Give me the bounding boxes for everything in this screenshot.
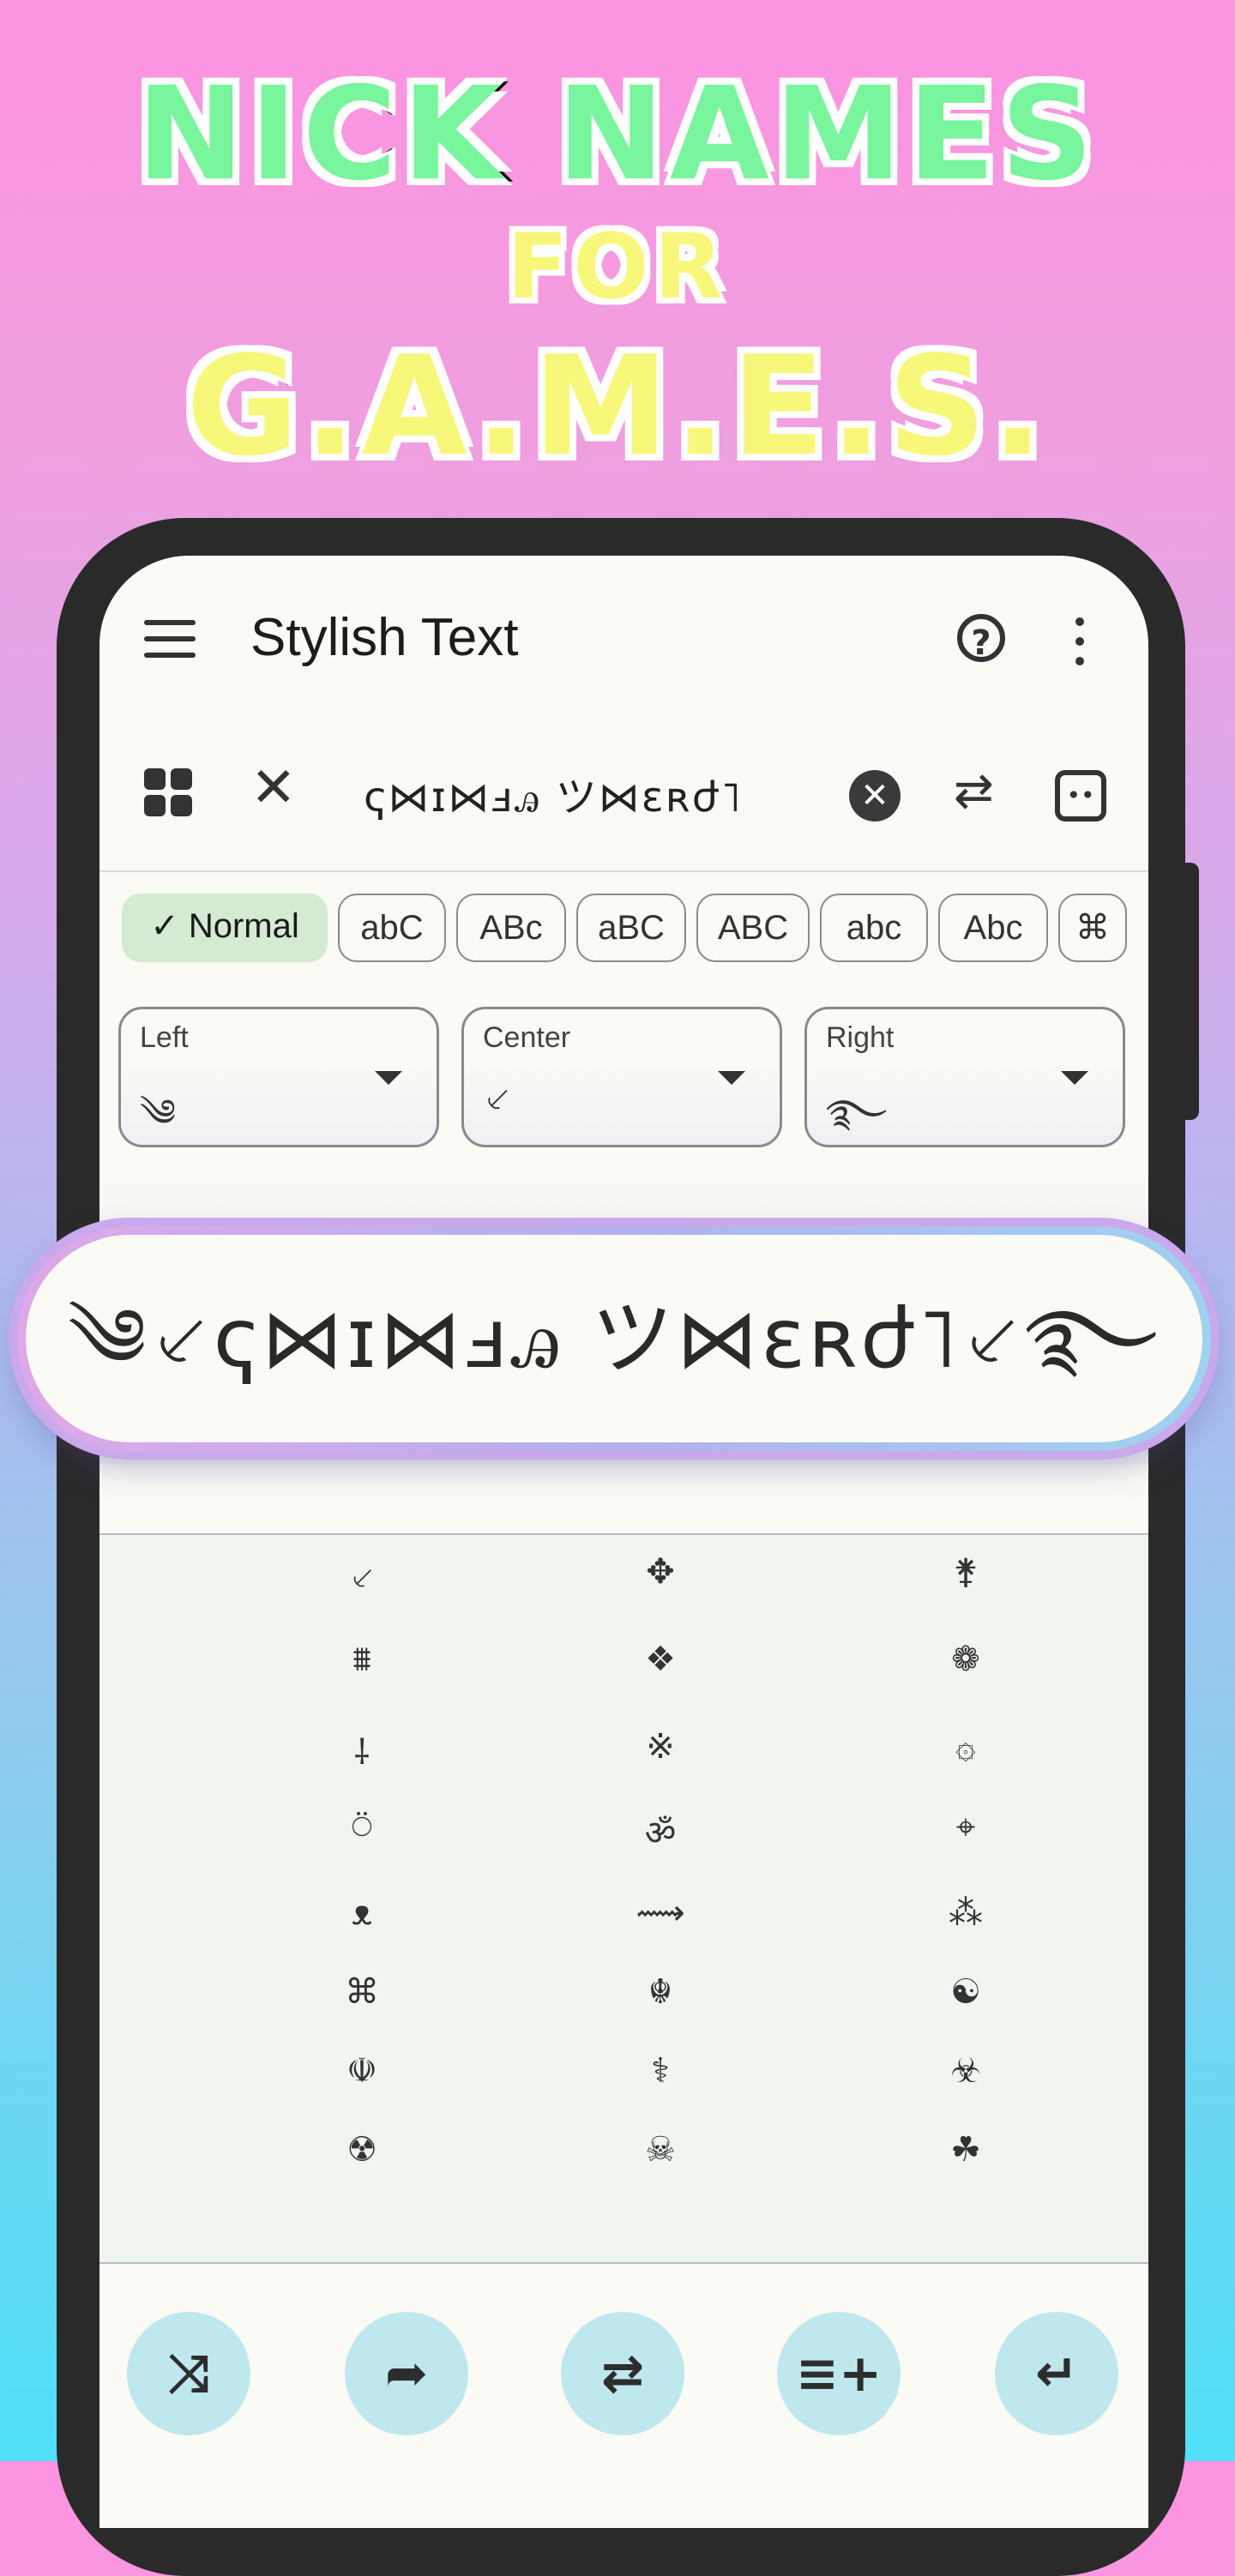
dropdown-value: ⸔ <box>483 1077 511 1121</box>
close-icon[interactable]: ✕ <box>250 756 297 820</box>
repeat-button[interactable]: ⇄ <box>561 2312 684 2435</box>
symbol-item[interactable]: ⸸ <box>310 1727 413 1774</box>
share-button[interactable]: ➦ <box>345 2312 468 2435</box>
case-chips: ✓ Normal abC ABc aBC ABC abc Abc ⌘ <box>122 894 1142 962</box>
symbol-item[interactable]: ⚵ <box>914 1552 1017 1592</box>
symbol-item[interactable]: ⸔ <box>310 1552 413 1599</box>
preview-text: ༄⸔ҁ⋈ɪ⋈ⅎꭿ ツ⋈ɛʀժ˥⸔࿐ <box>68 1291 1160 1387</box>
symbol-item[interactable]: ☫ <box>310 2051 413 2091</box>
app-bar: Stylish Text ? <box>99 556 1148 727</box>
symbol-item[interactable]: ❁ <box>914 1640 1017 1679</box>
symbol-item[interactable]: ۞ <box>914 1727 1017 1766</box>
dropdown-label: Center <box>483 1021 571 1054</box>
symbol-item[interactable]: ☢ <box>310 2130 413 2170</box>
headline-games: G.A.M.E.S. <box>184 323 1049 490</box>
clear-input-icon[interactable]: ✕ <box>849 770 901 822</box>
help-icon[interactable]: ? <box>957 614 1005 663</box>
chip-Abc[interactable]: Abc <box>938 894 1048 962</box>
dropdown-label: Left <box>140 1021 189 1054</box>
chip-ABc[interactable]: ABc <box>456 894 566 962</box>
dropdown-value: ࿐ <box>826 1092 888 1135</box>
symbol-item[interactable]: ☬ <box>609 1972 712 2012</box>
chip-normal[interactable]: ✓ Normal <box>122 894 328 962</box>
symbol-item[interactable]: ⌘ <box>310 1972 413 2012</box>
chip-command[interactable]: ⌘ <box>1058 894 1127 962</box>
symbol-item[interactable]: ⌖ <box>914 1808 1017 1847</box>
shuffle-button[interactable]: ⤨ <box>127 2312 250 2435</box>
caret-down-icon <box>375 1071 402 1085</box>
headline-nick-names: NICK NAMES <box>134 57 1099 213</box>
left-decoration-dropdown[interactable]: Left ༄ <box>118 1007 439 1147</box>
symbol-grid: ⸔ ✥ ⚵ ⩩ ❖ ❁ ⸸ ※ ۞ ⍥ ॐ ⌖ ᴥ ⟿ ⁂ ⌘ ☬ ☯ ☫ ⚕ … <box>99 1535 1148 2264</box>
symbol-item[interactable]: ☠ <box>609 2130 712 2170</box>
app-screen: Stylish Text ? ✕ ҁ⋈ɪ⋈ⅎꭿ ツ⋈ɛʀժ˥ ✕ ⇄ •• ✓ … <box>99 556 1148 2528</box>
add-to-list-button[interactable]: ≡+ <box>777 2312 901 2435</box>
app-title: Stylish Text <box>250 608 519 667</box>
symbol-item[interactable]: ☘ <box>914 2130 1017 2170</box>
symbol-item[interactable]: ⁂ <box>914 1893 1017 1933</box>
center-decoration-dropdown[interactable]: Center ⸔ <box>461 1007 782 1147</box>
chip-abc[interactable]: abc <box>820 894 928 962</box>
phone-side-button <box>1182 863 1199 1120</box>
symbol-item[interactable]: ☣ <box>914 2051 1017 2091</box>
symbol-item[interactable]: ⟿ <box>609 1893 712 1933</box>
symbol-item[interactable]: ॐ <box>609 1808 712 1855</box>
symbol-item[interactable]: ⍥ <box>310 1808 413 1847</box>
headline-for: FOR <box>504 212 728 322</box>
text-input[interactable]: ҁ⋈ɪ⋈ⅎꭿ ツ⋈ɛʀժ˥ <box>364 763 743 823</box>
symbol-item[interactable]: ᴥ <box>310 1893 413 1933</box>
dropdown-label: Right <box>826 1021 895 1054</box>
grid-icon[interactable] <box>144 768 192 816</box>
input-row: ✕ ҁ⋈ɪ⋈ⅎꭿ ツ⋈ɛʀժ˥ ✕ ⇄ •• <box>99 737 1148 872</box>
menu-icon[interactable] <box>144 620 196 663</box>
divider <box>99 2262 1148 2264</box>
symbol-item[interactable]: ✥ <box>609 1552 712 1592</box>
chip-abC[interactable]: abC <box>338 894 446 962</box>
symbol-item[interactable]: ❖ <box>609 1640 712 1679</box>
swap-icon[interactable]: ⇄ <box>954 763 994 819</box>
caret-down-icon <box>718 1071 745 1085</box>
chip-aBC[interactable]: aBC <box>576 894 686 962</box>
chip-ABC[interactable]: ABC <box>696 894 810 962</box>
symbol-item[interactable]: ☯ <box>914 1972 1017 2012</box>
symbol-item[interactable]: ⚕ <box>609 2051 712 2091</box>
stylized-preview-card[interactable]: ༄⸔ҁ⋈ɪ⋈ⅎꭿ ツ⋈ɛʀժ˥⸔࿐ <box>17 1226 1211 1451</box>
right-decoration-dropdown[interactable]: Right ࿐ <box>804 1007 1125 1147</box>
caret-down-icon <box>1061 1071 1088 1085</box>
symbol-item[interactable]: ※ <box>609 1727 712 1766</box>
emoji-icon[interactable]: •• <box>1055 770 1106 822</box>
enter-button[interactable]: ↵ <box>995 2312 1118 2435</box>
dropdown-value: ༄ <box>140 1092 177 1135</box>
symbol-item[interactable]: ⩩ <box>310 1640 413 1679</box>
more-vert-icon[interactable] <box>1075 617 1086 665</box>
